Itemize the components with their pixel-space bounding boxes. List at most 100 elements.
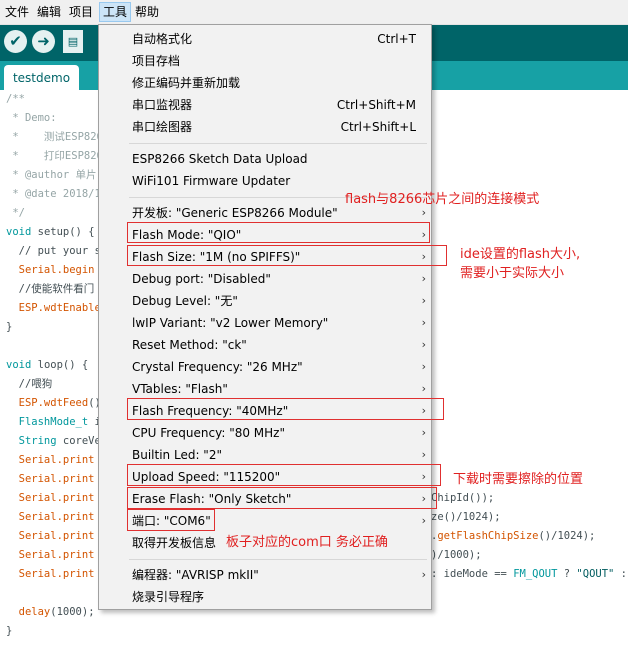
code-line: } bbox=[6, 625, 13, 637]
submenu-arrow-icon: › bbox=[421, 448, 426, 461]
code-token: .wdtEnable bbox=[37, 302, 101, 314]
code-token: Serial bbox=[6, 511, 57, 523]
menu-item-serial-monitor[interactable]: 串口监视器 Ctrl+Shift+M bbox=[100, 94, 430, 116]
code-fragment: )/1000); bbox=[431, 549, 482, 561]
submenu-arrow-icon: › bbox=[421, 382, 426, 395]
menu-item-label: 烧录引导程序 bbox=[132, 590, 205, 604]
menu-item-archive-sketch[interactable]: 项目存档 bbox=[100, 50, 430, 72]
menu-item-programmer[interactable]: 编程器: "AVRISP mkII" › bbox=[100, 564, 430, 586]
annotation-flash-size-2: 需要小于实际大小 bbox=[460, 266, 565, 281]
menu-item-label: CPU Frequency: "80 MHz" bbox=[132, 426, 285, 440]
code-token: ESP bbox=[6, 397, 38, 409]
code-line: Serial.print bbox=[6, 508, 95, 527]
menu-item-lwip-variant[interactable]: lwIP Variant: "v2 Lower Memory" › bbox=[100, 312, 430, 334]
menu-item-builtin-led[interactable]: Builtin Led: "2" › bbox=[100, 444, 430, 466]
menu-item-label: Builtin Led: "2" bbox=[132, 448, 222, 462]
code-token: ESP bbox=[6, 302, 38, 314]
menu-item-label: lwIP Variant: "v2 Lower Memory" bbox=[132, 316, 329, 330]
menu-item-debug-level[interactable]: Debug Level: "无" › bbox=[100, 290, 430, 312]
menu-item-vtables[interactable]: VTables: "Flash" › bbox=[100, 378, 430, 400]
annotation-flash-size-1: ide设置的flash大小, bbox=[460, 247, 581, 262]
menu-file[interactable]: 文件 bbox=[2, 3, 32, 21]
code-line: /** bbox=[6, 93, 25, 105]
menu-separator bbox=[129, 559, 427, 560]
code-line: ESP.wdtFeed() bbox=[6, 394, 101, 413]
menu-item-sketch-data-upload[interactable]: ESP8266 Sketch Data Upload bbox=[100, 148, 430, 170]
submenu-arrow-icon: › bbox=[421, 272, 426, 285]
code-line: Serial.print bbox=[6, 546, 95, 565]
menu-item-label: 修正编码并重新加载 bbox=[132, 76, 241, 90]
menu-item-reset-method[interactable]: Reset Method: "ck" › bbox=[100, 334, 430, 356]
verify-icon[interactable]: ✔ bbox=[4, 30, 27, 53]
menu-item-shortcut: Ctrl+T bbox=[377, 32, 416, 46]
menu-item-label: 开发板: "Generic ESP8266 Module" bbox=[132, 206, 338, 220]
code-token: delay bbox=[6, 606, 51, 618]
code-token: : i bbox=[620, 568, 628, 580]
code-fragment: ChipId()); bbox=[431, 492, 495, 504]
code-token: : ideMode == bbox=[431, 568, 514, 580]
code-token: .print bbox=[56, 473, 95, 485]
code-line: Serial.print bbox=[6, 470, 95, 489]
code-line: } bbox=[6, 321, 13, 333]
code-token: Serial bbox=[6, 264, 57, 276]
code-token: () { bbox=[69, 226, 95, 238]
menu-item-label: Debug port: "Disabled" bbox=[132, 272, 271, 286]
code-line: * 打印ESP826 bbox=[6, 150, 103, 162]
menu-item-crystal-frequency[interactable]: Crystal Frequency: "26 MHz" › bbox=[100, 356, 430, 378]
tab-testdemo[interactable]: testdemo bbox=[4, 65, 79, 90]
highlight-upload-speed bbox=[127, 464, 441, 486]
code-token: .print bbox=[56, 568, 95, 580]
menu-separator bbox=[129, 143, 427, 144]
menu-item-fix-encoding[interactable]: 修正编码并重新加载 bbox=[100, 72, 430, 94]
code-token: Serial bbox=[6, 492, 57, 504]
menu-sketch[interactable]: 项目 bbox=[66, 3, 96, 21]
menu-item-shortcut: Ctrl+Shift+L bbox=[340, 120, 416, 134]
code-token: void bbox=[6, 359, 32, 371]
menu-item-label: Crystal Frequency: "26 MHz" bbox=[132, 360, 303, 374]
code-token: .print bbox=[56, 549, 95, 561]
code-token: .print bbox=[56, 530, 95, 542]
code-token: Serial bbox=[6, 454, 57, 466]
code-line: ESP.wdtEnable bbox=[6, 299, 101, 318]
code-token: Serial bbox=[6, 568, 57, 580]
code-token: .wdtFeed bbox=[37, 397, 89, 409]
menu-item-label: ESP8266 Sketch Data Upload bbox=[132, 152, 308, 166]
submenu-arrow-icon: › bbox=[421, 294, 426, 307]
code-token: FM_QOUT bbox=[513, 568, 558, 580]
submenu-arrow-icon: › bbox=[421, 514, 426, 527]
upload-icon[interactable]: ➜ bbox=[32, 30, 55, 53]
menu-item-burn-bootloader[interactable]: 烧录引导程序 bbox=[100, 586, 430, 608]
menu-tools[interactable]: 工具 bbox=[99, 2, 132, 22]
annotation-port: 板子对应的com口 务必正确 bbox=[226, 535, 388, 550]
code-line: * @date 2018/1 bbox=[6, 188, 101, 200]
code-token: Serial bbox=[6, 530, 57, 542]
menu-help[interactable]: 帮助 bbox=[132, 3, 162, 21]
menu-item-auto-format[interactable]: 自动格式化 Ctrl+T bbox=[100, 28, 430, 50]
highlight-flash-frequency bbox=[127, 398, 444, 420]
code-line: * 测试ESP826 bbox=[6, 131, 103, 143]
new-sketch-icon[interactable]: ▤ bbox=[63, 30, 83, 53]
menu-item-firmware-updater[interactable]: WiFi101 Firmware Updater bbox=[100, 170, 430, 192]
menu-item-shortcut: Ctrl+Shift+M bbox=[336, 98, 416, 112]
code-token: setup bbox=[31, 226, 70, 238]
menu-item-label: Reset Method: "ck" bbox=[132, 338, 247, 352]
menu-item-debug-port[interactable]: Debug port: "Disabled" › bbox=[100, 268, 430, 290]
menu-item-label: 串口监视器 bbox=[132, 98, 193, 112]
code-token: coreVe bbox=[56, 435, 101, 447]
code-token: (1000); bbox=[50, 606, 95, 618]
menu-item-cpu-frequency[interactable]: CPU Frequency: "80 MHz" › bbox=[100, 422, 430, 444]
menu-edit[interactable]: 编辑 bbox=[34, 3, 64, 21]
menu-item-label: 取得开发板信息 bbox=[132, 536, 217, 550]
code-token: void bbox=[6, 226, 32, 238]
submenu-arrow-icon: › bbox=[421, 316, 426, 329]
menu-item-label: Debug Level: "无" bbox=[132, 294, 238, 308]
menu-item-serial-plotter[interactable]: 串口绘图器 Ctrl+Shift+L bbox=[100, 116, 430, 138]
annotation-erase: 下载时需要擦除的位置 bbox=[453, 472, 584, 487]
code-line: Serial.begin bbox=[6, 261, 95, 280]
code-line: // put your s bbox=[6, 245, 101, 257]
code-fragment: .getFlashChipSize()/1024); bbox=[431, 527, 595, 546]
code-line: FlashMode_t i bbox=[6, 413, 101, 432]
code-token: .print bbox=[56, 492, 95, 504]
code-token: .begin bbox=[56, 264, 95, 276]
code-line: Serial.print bbox=[6, 451, 95, 470]
